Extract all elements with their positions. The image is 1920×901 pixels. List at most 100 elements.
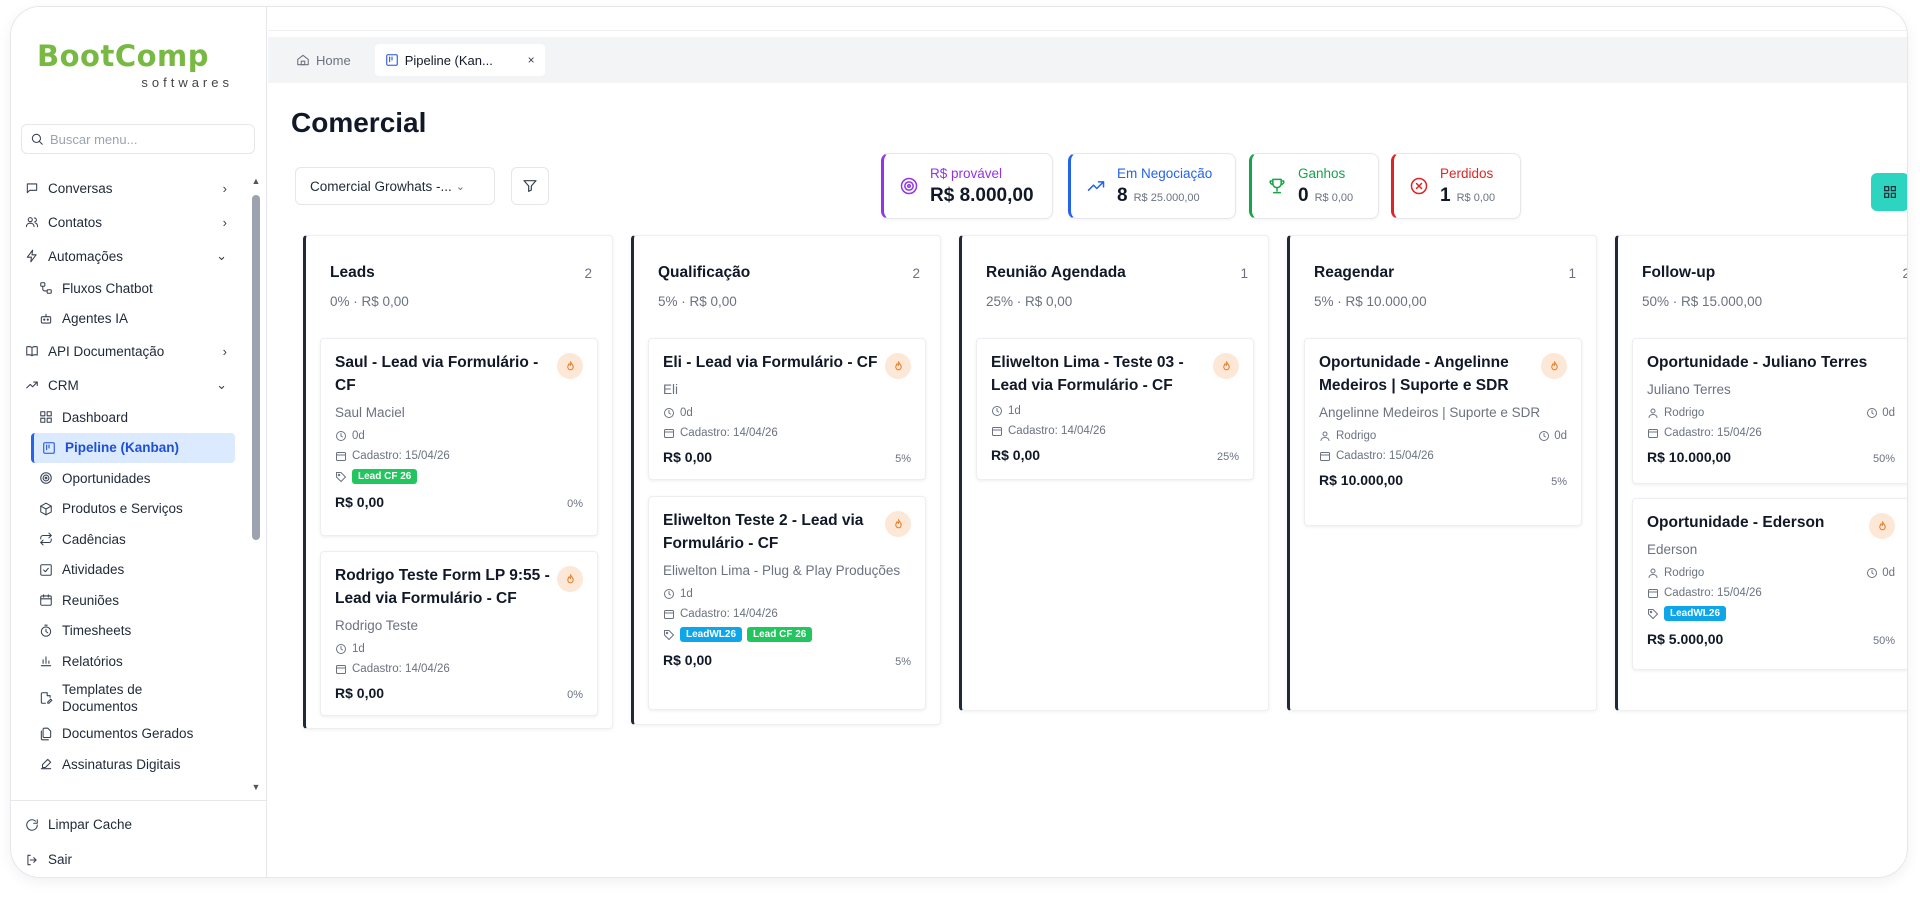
column-count: 2 bbox=[584, 266, 592, 281]
deal-card[interactable]: Oportunidade - Juliano Terres Juliano Te… bbox=[1632, 338, 1907, 484]
logout-icon bbox=[25, 853, 39, 867]
tab-close-icon[interactable]: × bbox=[528, 53, 535, 67]
view-toggle-button[interactable] bbox=[1871, 173, 1907, 211]
card-owner-row: Rodrigo 0d bbox=[1647, 407, 1895, 419]
sidebar-scrollbar[interactable]: ▲ ▼ bbox=[250, 175, 262, 793]
sidebar-item-contatos[interactable]: Contatos › bbox=[11, 205, 251, 239]
scroll-up-arrow[interactable]: ▲ bbox=[250, 175, 262, 187]
card-cadastro-row: Cadastro: 15/04/26 bbox=[1319, 450, 1567, 462]
card-cadastro-row: Cadastro: 14/04/26 bbox=[663, 427, 911, 439]
sidebar-item-label: Contatos bbox=[48, 214, 103, 230]
clock-icon bbox=[992, 406, 1002, 416]
sidebar-item-pipeline-kanban[interactable]: Pipeline (Kanban) bbox=[31, 432, 235, 463]
scroll-thumb[interactable] bbox=[252, 195, 260, 540]
card-age: 0d bbox=[680, 407, 693, 419]
target-icon bbox=[39, 471, 53, 485]
sidebar-item-automacoes[interactable]: Automações ⌄ bbox=[11, 239, 251, 273]
sidebar-item-oportunidades[interactable]: Oportunidades bbox=[11, 463, 251, 494]
sidebar-item-cadencias[interactable]: Cadências bbox=[11, 524, 251, 555]
column-title: Reagendar bbox=[1314, 264, 1395, 281]
sidebar-item-documentos-gerados[interactable]: Documentos Gerados bbox=[11, 719, 251, 750]
chevron-down-icon: ⌄ bbox=[216, 248, 227, 263]
card-age: 0d bbox=[1554, 430, 1567, 442]
sidebar-item-fluxos-chatbot[interactable]: Fluxos Chatbot bbox=[11, 273, 251, 304]
chevron-right-icon: › bbox=[222, 343, 227, 359]
search-input[interactable] bbox=[50, 131, 240, 147]
tag-icon bbox=[1648, 608, 1659, 619]
target-icon bbox=[898, 175, 920, 197]
sidebar-item-label: Templates de Documentos bbox=[62, 681, 142, 715]
clock-icon bbox=[1539, 431, 1550, 441]
chevron-down-icon: ⌄ bbox=[455, 180, 466, 193]
scroll-down-arrow[interactable]: ▼ bbox=[250, 781, 262, 793]
sidebar-item-timesheets[interactable]: Timesheets bbox=[11, 616, 251, 647]
tab-home[interactable]: Home bbox=[286, 44, 361, 76]
sidebar-item-dashboard[interactable]: Dashboard bbox=[11, 402, 251, 433]
clock-icon bbox=[336, 431, 346, 441]
search-box bbox=[21, 124, 255, 154]
tab-pipeline[interactable]: Pipeline (Kan... × bbox=[374, 44, 545, 76]
chevron-right-icon: › bbox=[222, 180, 227, 196]
clear-cache-button[interactable]: Limpar Cache bbox=[11, 807, 267, 842]
timer-icon bbox=[39, 624, 53, 638]
card-owner: Rodrigo bbox=[1336, 430, 1377, 442]
fire-icon bbox=[557, 566, 583, 592]
column-title: Qualificação bbox=[658, 264, 751, 281]
sidebar-item-relatorios[interactable]: Relatórios bbox=[11, 646, 251, 677]
deal-card[interactable]: Eliwelton Lima - Teste 03 - Lead via For… bbox=[976, 338, 1254, 480]
sidebar-item-label: Atividades bbox=[62, 562, 125, 578]
column-meta: 5% · R$ 10.000,00 bbox=[1314, 294, 1427, 309]
sidebar-item-assinaturas-digitais[interactable]: Assinaturas Digitais bbox=[11, 749, 251, 780]
stat-value: 0 bbox=[1298, 184, 1309, 206]
card-tags: LeadWL26 bbox=[1647, 606, 1895, 621]
calendar-icon bbox=[336, 665, 346, 674]
card-contact: Rodrigo Teste bbox=[335, 618, 419, 633]
sidebar-item-produtos-servicos[interactable]: Produtos e Serviços bbox=[11, 494, 251, 525]
column-header: Leads 2 0% · R$ 0,00 bbox=[306, 236, 612, 336]
stat-label: Ganhos bbox=[1298, 165, 1346, 181]
column-count: 1 bbox=[1568, 266, 1576, 281]
deal-card[interactable]: Eli - Lead via Formulário - CF Eli 0d Ca… bbox=[648, 338, 926, 480]
fire-icon bbox=[1869, 513, 1895, 539]
pipeline-select[interactable]: Comercial Growhats -... ⌄ bbox=[295, 167, 495, 205]
message-icon bbox=[25, 181, 39, 195]
card-title: Oportunidade - Ederson bbox=[1647, 514, 1825, 531]
sidebar-item-agentes-ia[interactable]: Agentes IA bbox=[11, 304, 251, 335]
trending-up-icon bbox=[25, 378, 39, 392]
trending-up-icon bbox=[1085, 175, 1107, 197]
column-title: Reunião Agendada bbox=[986, 264, 1126, 281]
card-age-group: 0d bbox=[1866, 567, 1895, 579]
card-owner: Rodrigo bbox=[1664, 407, 1705, 419]
sidebar-item-label: Reuniões bbox=[62, 592, 120, 608]
sidebar-item-crm[interactable]: CRM ⌄ bbox=[11, 368, 251, 402]
card-footer: R$ 0,00 5% bbox=[663, 449, 911, 465]
sidebar: BootComp softwares Conversas › Contatos … bbox=[11, 7, 267, 877]
card-cadastro-row: Cadastro: 15/04/26 bbox=[1647, 587, 1895, 599]
fire-icon bbox=[557, 353, 583, 379]
logout-button[interactable]: Sair bbox=[11, 842, 267, 877]
card-footer: R$ 10.000,00 50% bbox=[1647, 449, 1895, 465]
sidebar-item-atividades[interactable]: Atividades bbox=[11, 555, 251, 586]
calendar-icon bbox=[992, 427, 1002, 436]
sidebar-item-api-documentacao[interactable]: API Documentação › bbox=[11, 334, 251, 368]
deal-card[interactable]: Oportunidade - Angelinne Medeiros | Supo… bbox=[1304, 338, 1582, 526]
sidebar-item-label: API Documentação bbox=[48, 343, 165, 359]
logo[interactable]: BootComp softwares bbox=[37, 39, 237, 90]
stat-value: R$ 8.000,00 bbox=[930, 184, 1034, 206]
clock-icon bbox=[664, 589, 674, 599]
sidebar-item-label: Assinaturas Digitais bbox=[62, 756, 181, 772]
sidebar-item-templates-documentos[interactable]: Templates de Documentos bbox=[11, 677, 251, 719]
deal-card[interactable]: Rodrigo Teste Form LP 9:55 - Lead via Fo… bbox=[320, 551, 598, 716]
deal-card[interactable]: Saul - Lead via Formulário - CF Saul Mac… bbox=[320, 338, 598, 536]
column-header: Follow-up 2 50% · R$ 15.000,00 bbox=[1618, 236, 1907, 336]
sidebar-item-reunioes[interactable]: Reuniões bbox=[11, 585, 251, 616]
card-age-group: 0d bbox=[1538, 430, 1567, 442]
card-value: R$ 0,00 bbox=[663, 652, 713, 668]
card-probability: 0% bbox=[567, 498, 583, 510]
sidebar-item-conversas[interactable]: Conversas › bbox=[11, 171, 251, 205]
kanban-icon bbox=[42, 441, 56, 455]
filter-button[interactable] bbox=[511, 167, 549, 205]
deal-card[interactable]: Oportunidade - Ederson Ederson Rodrigo 0… bbox=[1632, 498, 1907, 670]
card-probability: 5% bbox=[1551, 476, 1567, 488]
deal-card[interactable]: Eliwelton Teste 2 - Lead via Formulário … bbox=[648, 496, 926, 710]
